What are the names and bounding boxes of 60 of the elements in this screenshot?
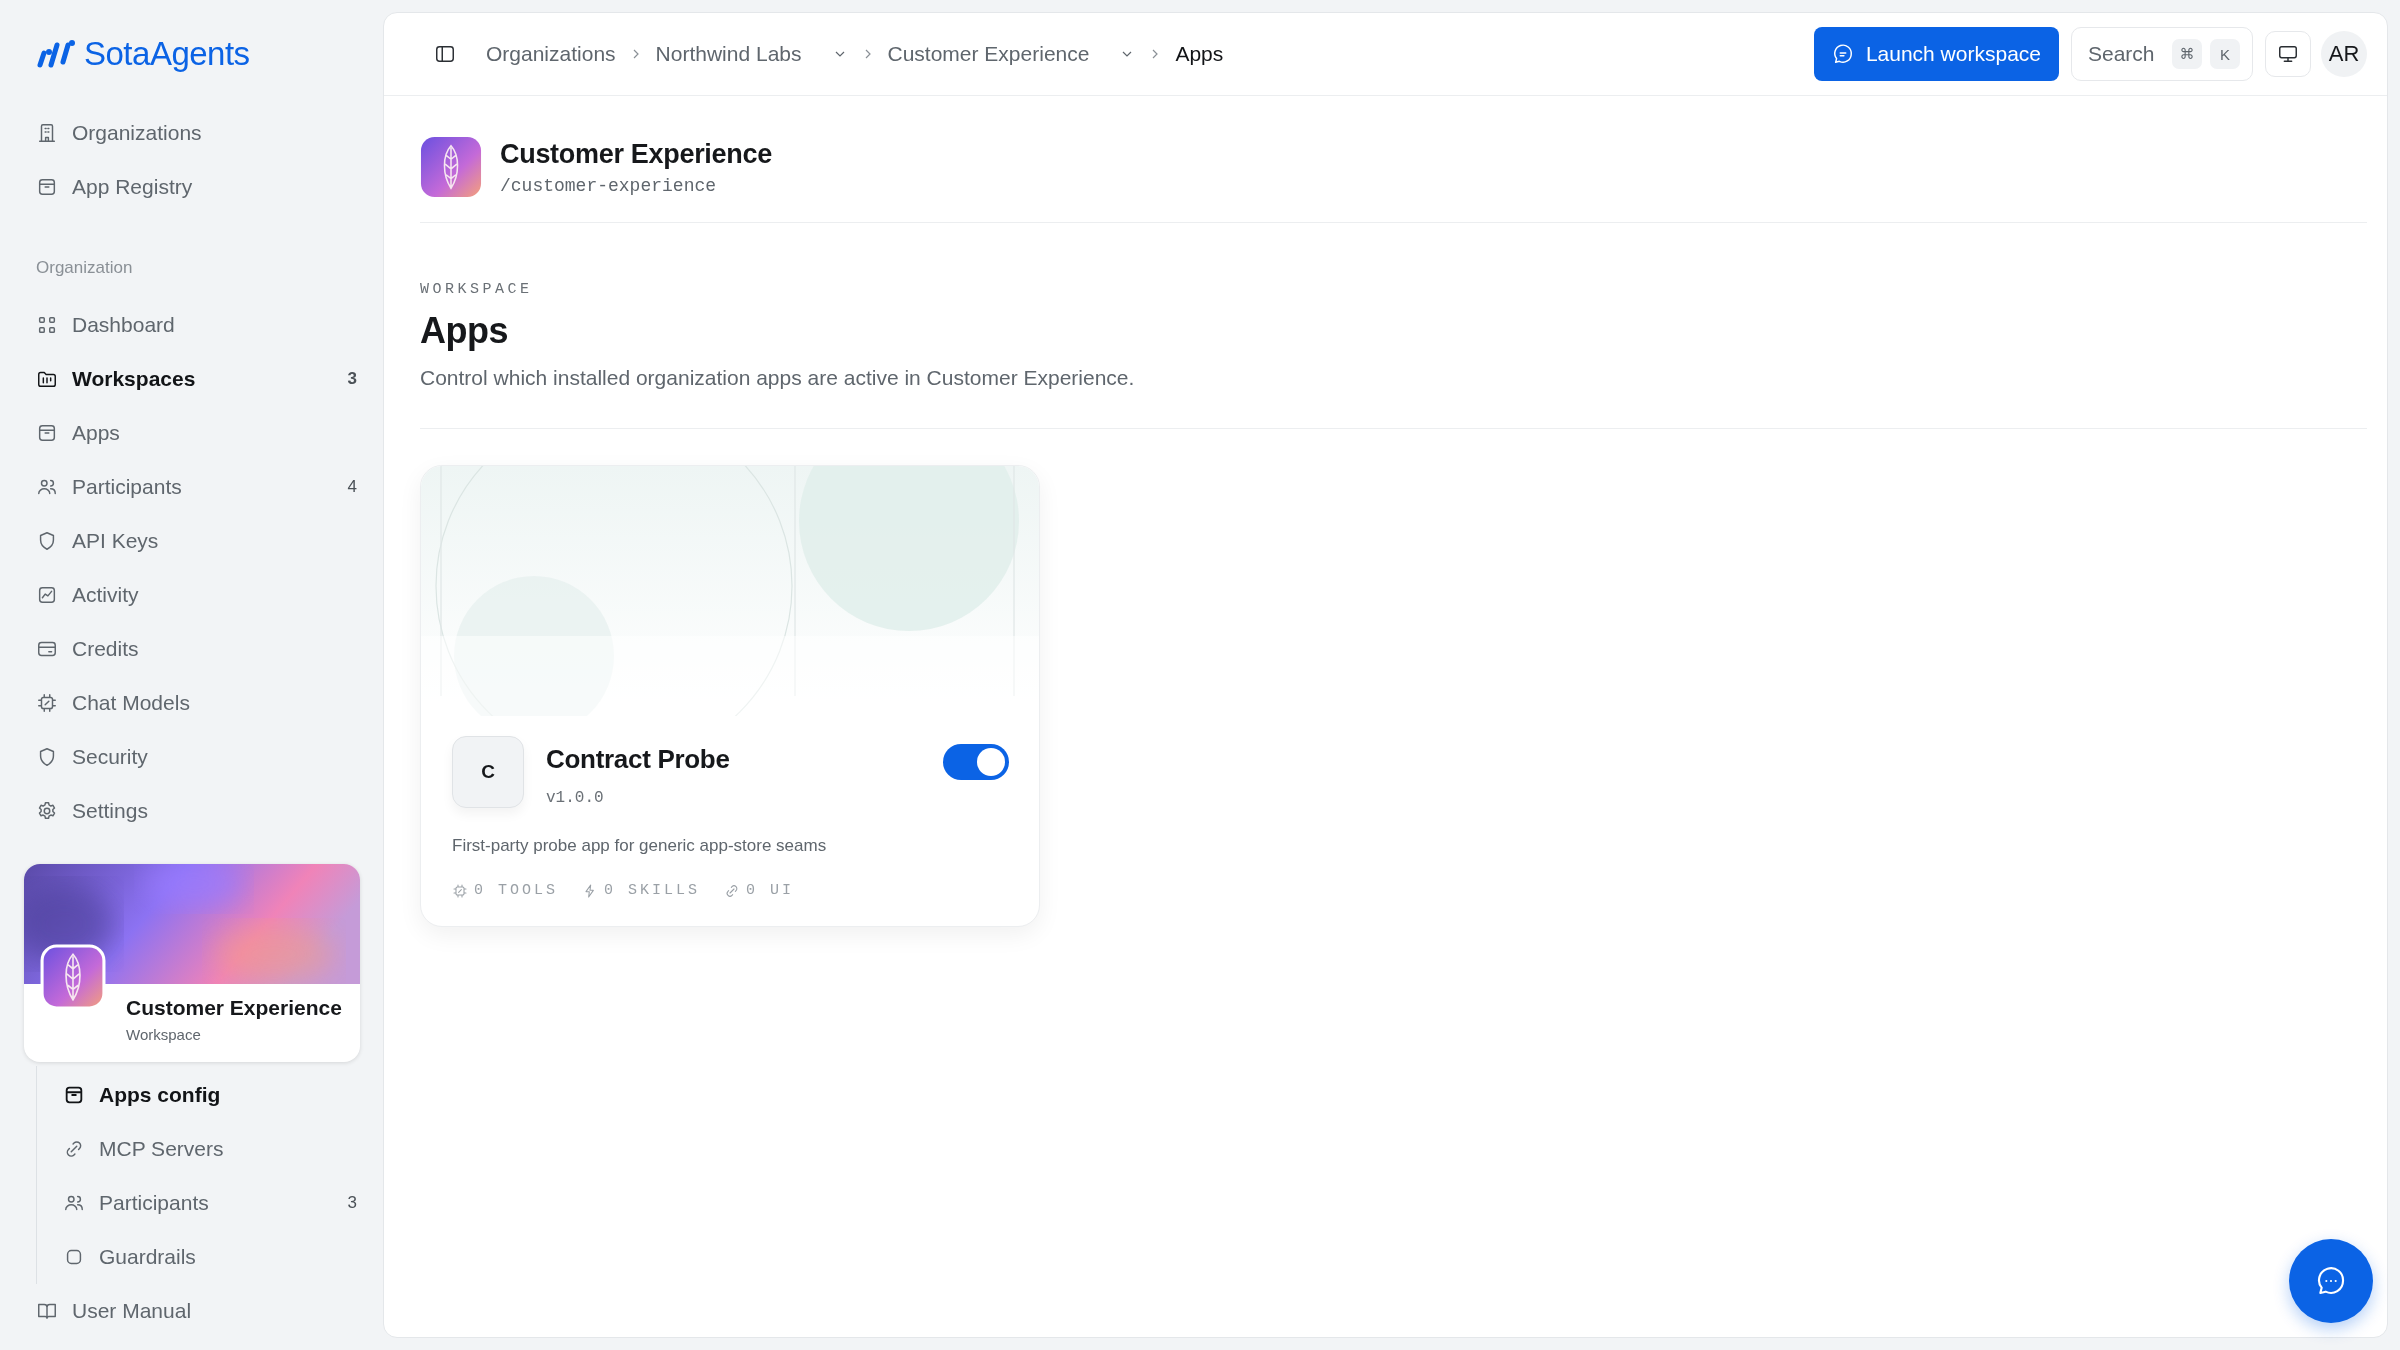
chat-button[interactable] bbox=[2289, 1239, 2373, 1323]
sidebar-item[interactable]: Organizations bbox=[0, 106, 383, 160]
search-bar[interactable]: Search ⌘ K bbox=[2071, 27, 2253, 81]
sidebar-item[interactable]: Apps bbox=[0, 406, 383, 460]
monitor-icon[interactable] bbox=[2265, 31, 2311, 77]
workspace-title: Customer Experience bbox=[500, 138, 772, 170]
box-icon bbox=[36, 422, 58, 444]
chip-icon bbox=[36, 692, 58, 714]
grid-icon bbox=[36, 314, 58, 336]
workspace-slug: /customer-experience bbox=[500, 175, 718, 196]
app-version: v1.0.0 bbox=[546, 789, 605, 807]
settings-icon bbox=[36, 800, 58, 822]
section-label: Organization bbox=[35, 258, 134, 278]
stat-label: 0 TOOLS bbox=[474, 882, 558, 899]
box-icon bbox=[36, 176, 58, 198]
workspace-card[interactable]: Customer Experience Workspace bbox=[24, 864, 360, 1062]
sidebar-item[interactable]: App Registry bbox=[0, 160, 383, 214]
sidebar-item[interactable]: Apps config bbox=[37, 1068, 383, 1122]
sidebar-item[interactable]: Participants 3 bbox=[37, 1176, 383, 1230]
workspace-name: Customer Experience bbox=[126, 996, 343, 1020]
sidebar-item[interactable]: Credits bbox=[0, 622, 383, 676]
sidebar-item[interactable]: Chat Models bbox=[0, 676, 383, 730]
app-initial: C bbox=[452, 736, 524, 808]
sidebar-item[interactable]: Activity bbox=[0, 568, 383, 622]
page-heading: Apps bbox=[420, 310, 509, 352]
building-icon bbox=[36, 122, 58, 144]
user-avatar[interactable]: AR bbox=[2321, 31, 2367, 77]
sidebar-item[interactable]: MCP Servers bbox=[37, 1122, 383, 1176]
app-description: First-party probe app for generic app-store seams bbox=[452, 836, 828, 856]
sidebar-item[interactable]: Security bbox=[0, 730, 383, 784]
sidebar-item[interactable]: API Keys bbox=[0, 514, 383, 568]
section-eyebrow: WORKSPACE bbox=[420, 281, 534, 298]
stat-label: 0 UI bbox=[746, 882, 795, 899]
breadcrumb-link[interactable]: Northwind Labs bbox=[655, 42, 802, 66]
chat-icon bbox=[1831, 43, 1854, 65]
chip-icon bbox=[452, 882, 468, 899]
launch-workspace-button[interactable]: Launch workspace bbox=[1813, 27, 2059, 81]
leaf-icon bbox=[40, 944, 106, 1010]
stat-label: 0 SKILLS bbox=[604, 882, 701, 899]
page-description: Control which installed organization apps are active in Customer Experience. bbox=[420, 366, 1136, 390]
chat-icon bbox=[2315, 1265, 2347, 1297]
sidebar-item[interactable]: Workspaces 3 bbox=[0, 352, 383, 406]
sidebar-item[interactable]: Participants 4 bbox=[0, 460, 383, 514]
sidebar-item[interactable]: Dashboard bbox=[0, 298, 383, 352]
leaf-icon bbox=[420, 136, 482, 198]
logo-icon bbox=[36, 38, 76, 70]
box-icon bbox=[63, 1084, 85, 1106]
breadcrumb-link[interactable]: Apps bbox=[1175, 42, 1224, 66]
shortcut-key: ⌘ bbox=[2172, 39, 2202, 69]
app-name: Contract Probe bbox=[546, 744, 731, 775]
breadcrumb-link[interactable]: Customer Experience bbox=[887, 42, 1090, 66]
chart-icon bbox=[36, 584, 58, 606]
workspace-type: Workspace bbox=[126, 1026, 202, 1043]
shortcut-key: K bbox=[2210, 39, 2240, 69]
brand-name: SotaAgents bbox=[84, 35, 250, 73]
sidebar-item[interactable]: Settings bbox=[0, 784, 383, 838]
breadcrumb-link[interactable]: Organizations bbox=[486, 42, 616, 66]
sidebar-item[interactable]: Guardrails bbox=[37, 1230, 383, 1284]
toggle-switch[interactable] bbox=[943, 744, 1009, 780]
user-manual-link[interactable]: User Manual bbox=[0, 1286, 383, 1336]
